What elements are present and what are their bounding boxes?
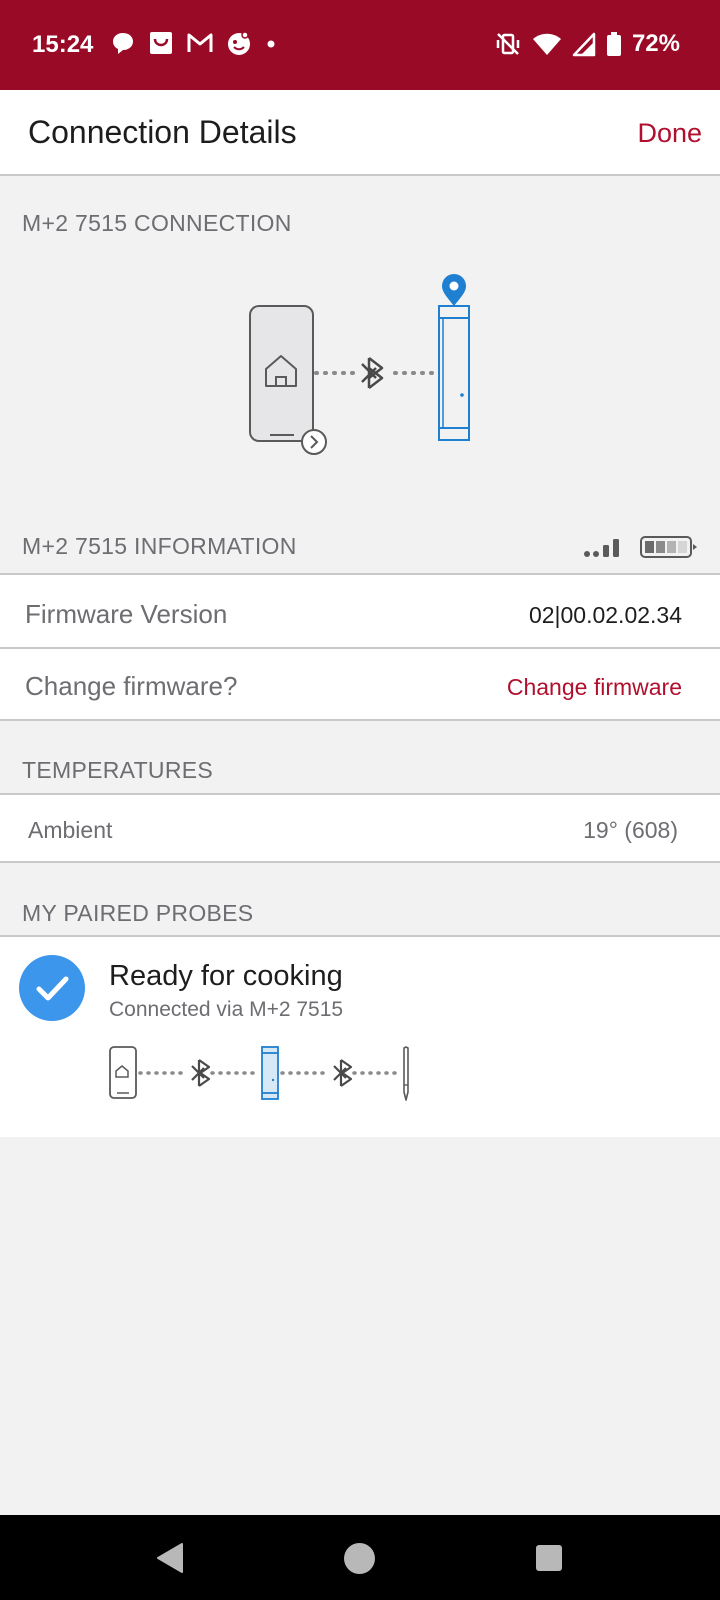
firmware-version-label: Firmware Version <box>25 599 228 629</box>
bluetooth-icon <box>361 357 384 389</box>
check-icon <box>19 955 85 1021</box>
change-firmware-row: Change firmware? Change firmware <box>0 649 720 721</box>
battery-percent: 72% <box>631 30 680 57</box>
done-button[interactable]: Done <box>637 118 702 149</box>
probe-icon <box>403 1046 409 1101</box>
temperatures-section-label: TEMPERATURES <box>22 757 214 783</box>
probes-section-label: MY PAIRED PROBES <box>22 900 254 926</box>
bluetooth-icon <box>333 1059 353 1087</box>
back-icon[interactable] <box>155 1542 185 1574</box>
probe-status-title: Ready for cooking <box>109 960 343 992</box>
probe-card[interactable] <box>0 935 720 1137</box>
change-firmware-link[interactable]: Change firmware <box>507 674 682 701</box>
connection-section-label: M+2 7515 CONNECTION <box>22 210 292 236</box>
navigation-bar <box>0 1515 720 1600</box>
chat-bubble-icon <box>113 33 133 54</box>
chevron-right-icon <box>301 429 327 455</box>
connection-diagram <box>249 274 470 455</box>
location-pin-icon <box>442 274 466 306</box>
signal-strength-icon <box>584 539 619 557</box>
shopping-bag-icon <box>150 32 172 54</box>
home-icon[interactable] <box>343 1542 376 1575</box>
ambient-row: Ambient 19° (608) <box>0 793 720 863</box>
cell-signal-icon <box>572 32 596 57</box>
notification-icons <box>110 30 278 56</box>
probe-connection-diagram <box>109 1046 409 1101</box>
ambient-label: Ambient <box>28 817 113 843</box>
recents-icon[interactable] <box>535 1544 563 1572</box>
face-app-icon <box>228 31 250 55</box>
booster-device-icon <box>438 305 470 441</box>
phone-icon <box>249 305 314 442</box>
ambient-value: 19° (608) <box>583 817 678 843</box>
probe-status-subtitle: Connected via M+2 7515 <box>109 998 344 1021</box>
device-battery-icon <box>640 536 697 558</box>
status-time: 15:24 <box>32 31 94 58</box>
firmware-version-value: 02|00.02.02.34 <box>528 602 682 628</box>
vibrate-off-icon <box>496 33 520 55</box>
battery-icon <box>606 32 621 56</box>
booster-device-icon <box>261 1046 279 1100</box>
page-title: Connection Details <box>28 114 297 150</box>
bluetooth-icon <box>191 1059 211 1087</box>
firmware-version-row: Firmware Version 02|00.02.02.34 <box>0 573 720 649</box>
phone-icon <box>109 1046 137 1099</box>
status-bar: 15:24 72% <box>0 0 720 90</box>
app-header: Connection Details Done <box>0 90 720 176</box>
information-section-label: M+2 7515 INFORMATION <box>22 533 297 559</box>
gmail-icon <box>187 33 213 52</box>
dot-icon <box>267 40 275 48</box>
system-icons: 72% <box>494 30 680 58</box>
change-firmware-label: Change firmware? <box>25 671 238 701</box>
wifi-icon <box>532 33 561 55</box>
